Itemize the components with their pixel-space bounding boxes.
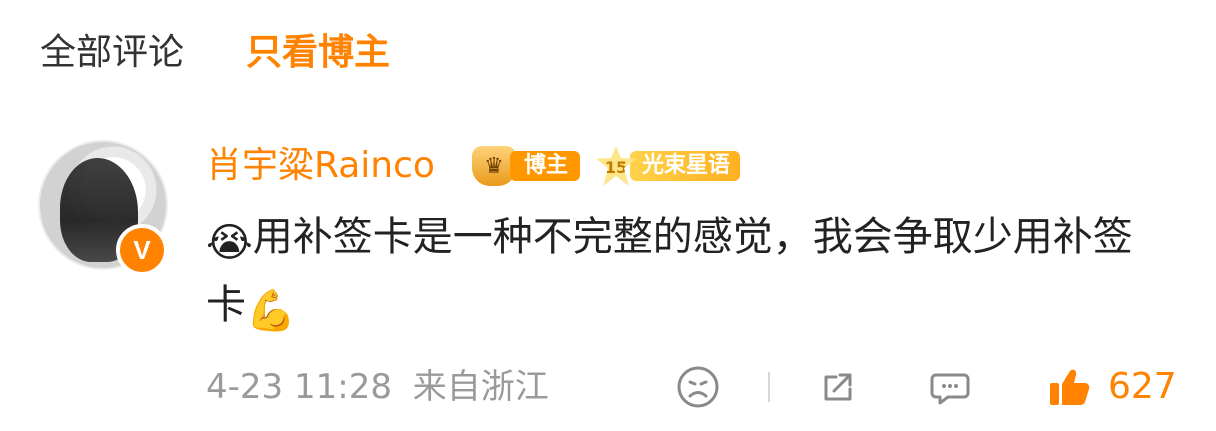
comment-body: 用补签卡是一种不完整的感觉，我会争取少用补签卡 bbox=[206, 214, 1133, 328]
blogger-badge: ♛ 博主 bbox=[472, 146, 581, 186]
comment-text: 😭用补签卡是一种不完整的感觉，我会争取少用补签卡💪 bbox=[206, 206, 1166, 342]
tab-all-comments[interactable]: 全部评论 bbox=[40, 28, 184, 78]
comment-time: 4-23 11:28 bbox=[206, 367, 392, 407]
tab-blogger-only[interactable]: 只看博主 bbox=[246, 28, 390, 78]
sad-face-icon bbox=[677, 366, 719, 408]
flexed-biceps-emoji-icon: 💪 bbox=[246, 288, 296, 334]
like-count: 627 bbox=[1108, 366, 1177, 407]
comment-location: 来自浙江 bbox=[412, 367, 549, 407]
username[interactable]: 肖宇粱Rainco bbox=[206, 142, 435, 190]
share-icon bbox=[824, 373, 852, 401]
star-level-badge[interactable]: 15 光束星语 bbox=[596, 146, 741, 186]
blogger-badge-label: 博主 bbox=[510, 151, 581, 181]
thumbs-up-icon bbox=[1050, 369, 1090, 405]
comment-meta: 4-23 11:28 来自浙江 bbox=[206, 362, 549, 412]
star-level-label: 光束星语 bbox=[630, 151, 741, 181]
comment-icon bbox=[930, 373, 970, 405]
verified-v-icon: V bbox=[116, 224, 168, 276]
action-divider bbox=[768, 372, 770, 402]
reply-button[interactable] bbox=[928, 362, 972, 412]
comment-tabs: 全部评论 只看博主 bbox=[40, 28, 390, 78]
reaction-button[interactable] bbox=[676, 362, 720, 412]
comment-actions: 627 bbox=[676, 362, 1177, 412]
like-button[interactable]: 627 bbox=[1046, 362, 1177, 412]
crying-face-emoji-icon: 😭 bbox=[206, 220, 253, 266]
comment-footer: 4-23 11:28 来自浙江 627 bbox=[206, 362, 1186, 412]
share-button[interactable] bbox=[816, 362, 860, 412]
